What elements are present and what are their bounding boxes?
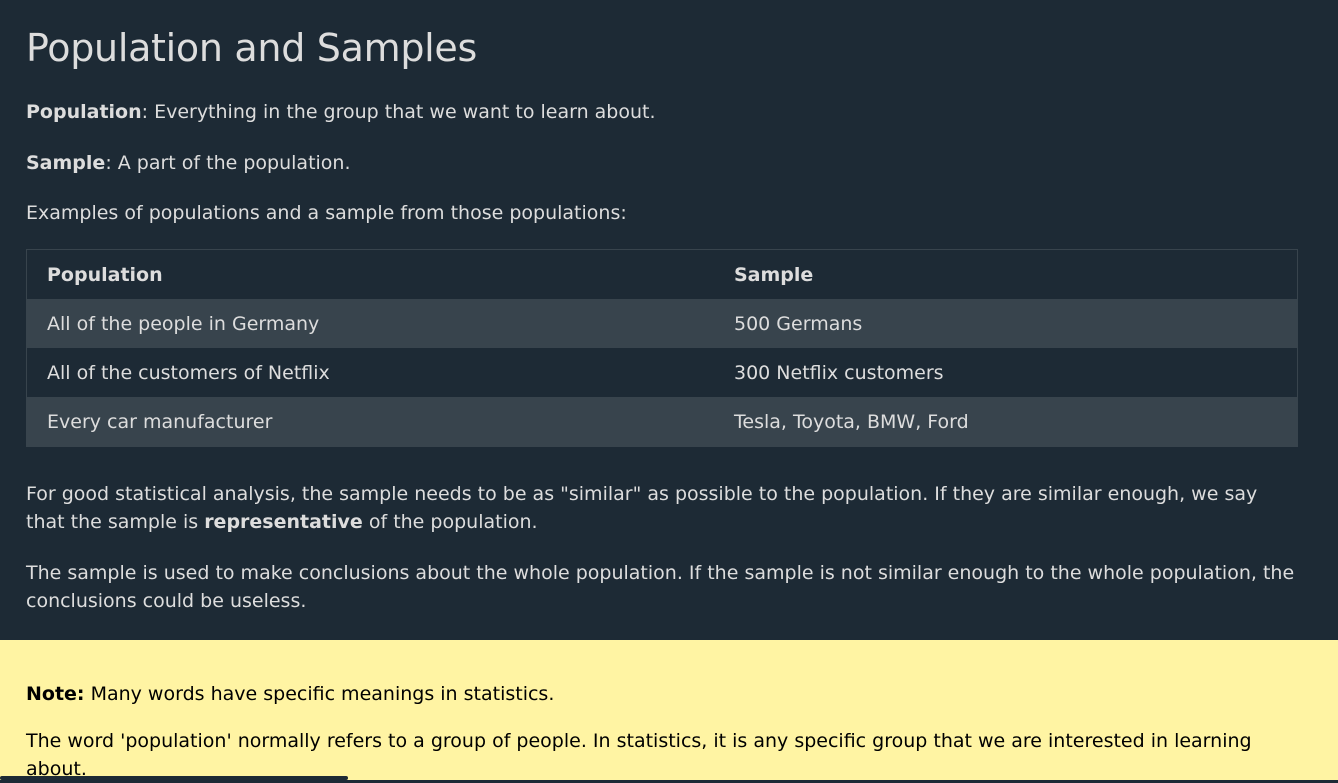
population-definition: Population: Everything in the group that… xyxy=(26,98,1298,126)
analysis-paragraph: For good statistical analysis, the sampl… xyxy=(26,480,1298,536)
table-cell: Tesla, Toyota, BMW, Ford xyxy=(734,410,969,433)
population-term: Population xyxy=(26,101,142,123)
note-paragraph: The word 'population' normally refers to… xyxy=(26,730,1252,780)
table-header-row: Population Sample xyxy=(27,250,1298,300)
examples-intro: Examples of populations and a sample fro… xyxy=(26,202,627,224)
table-row: All of the people in Germany 500 Germans xyxy=(26,299,1298,348)
note-line: Note: Many words have specific meanings … xyxy=(26,680,1298,708)
note-box: Note: Many words have specific meanings … xyxy=(0,640,1338,780)
note-text: Many words have specific meanings in sta… xyxy=(84,683,555,705)
table-row: Every car manufacturer Tesla, Toyota, BM… xyxy=(26,397,1298,447)
note-label: Note: xyxy=(26,683,85,705)
conclusion-paragraph: The sample is used to make conclusions a… xyxy=(26,562,1295,612)
table-cell: 500 Germans xyxy=(734,312,863,335)
table-cell: All of the people in Germany xyxy=(47,312,320,335)
table-cell: Every car manufacturer xyxy=(47,410,273,433)
examples-table: Population Sample All of the people in G… xyxy=(26,249,1298,447)
table-cell: All of the customers of Netflix xyxy=(47,361,330,384)
table-cell: 300 Netflix customers xyxy=(734,361,944,384)
sample-term: Sample xyxy=(26,152,106,174)
horizontal-scrollbar[interactable] xyxy=(0,776,348,780)
sample-definition-text: : A part of the population. xyxy=(105,152,351,174)
analysis-text-after: of the population. xyxy=(362,511,538,533)
page-title: Population and Samples xyxy=(26,26,477,70)
sample-definition: Sample: A part of the population. xyxy=(26,149,1298,177)
population-definition-text: : Everything in the group that we want t… xyxy=(141,101,656,123)
column-header-sample: Sample xyxy=(734,263,814,286)
main-content: Population and Samples Population: Every… xyxy=(0,0,1338,640)
table-row: All of the customers of Netflix 300 Netf… xyxy=(27,348,1298,397)
column-header-population: Population xyxy=(47,263,163,286)
representative-term: representative xyxy=(204,511,363,533)
